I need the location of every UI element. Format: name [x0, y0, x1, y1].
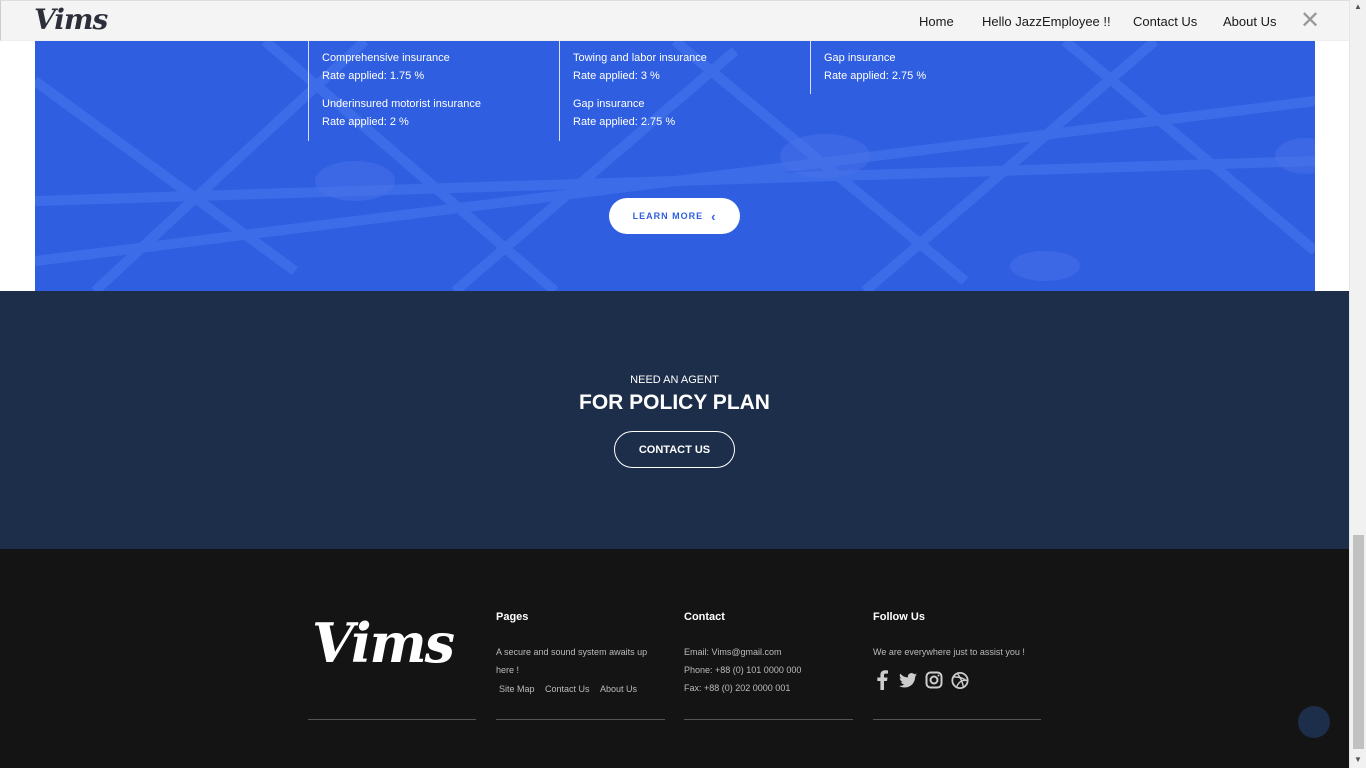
insurance-rates-section: Comprehensive insurance Rate applied: 1.…: [35, 41, 1315, 291]
footer-follow-title: Follow Us: [873, 611, 925, 623]
rate-name: Gap insurance: [824, 52, 896, 64]
footer-logo[interactable]: Vims: [312, 613, 455, 673]
learn-more-label: LEARN MORE: [632, 211, 704, 221]
footer-divider: [308, 719, 476, 720]
footer-pages-text: A secure and sound system awaits up here…: [496, 647, 648, 675]
footer-phone: Phone: +88 (0) 101 0000 000: [684, 665, 802, 675]
footer-contact-column: Contact Email: Vims@gmail.com Phone: +88…: [684, 611, 852, 697]
rate-name: Comprehensive insurance: [322, 52, 450, 64]
rate-value: Rate applied: 1.75 %: [322, 70, 425, 82]
scroll-down-arrow-icon[interactable]: ▼: [1354, 755, 1362, 764]
social-icons: [873, 670, 1041, 690]
contact-us-button[interactable]: CONTACT US: [614, 431, 735, 468]
twitter-icon[interactable]: [899, 671, 917, 689]
agent-cta-section: NEED AN AGENT FOR POLICY PLAN CONTACT US: [0, 291, 1349, 549]
footer-link-site-map[interactable]: Site Map: [499, 684, 535, 694]
nav-about-us[interactable]: About Us: [1223, 14, 1276, 29]
footer-email: Email: Vims@gmail.com: [684, 647, 782, 657]
footer-pages-title: Pages: [496, 611, 529, 623]
rates-column-1: Comprehensive insurance Rate applied: 1.…: [308, 41, 481, 141]
footer-links: Site Map Contact Us About Us: [496, 679, 664, 697]
close-icon[interactable]: ✕: [1300, 9, 1320, 33]
site-logo[interactable]: Vims: [34, 3, 108, 36]
page-scrollbar[interactable]: ▲ ▼: [1349, 0, 1366, 768]
instagram-icon[interactable]: [925, 671, 943, 689]
rate-value: Rate applied: 3 %: [573, 70, 660, 82]
rate-item: Comprehensive insurance Rate applied: 1.…: [322, 49, 481, 85]
footer-divider: [496, 719, 665, 720]
footer-follow-column: Follow Us We are everywhere just to assi…: [873, 611, 1041, 690]
footer-fax: Fax: +88 (0) 202 0000 001: [684, 683, 791, 693]
footer-follow-text: We are everywhere just to assist you !: [873, 647, 1025, 657]
agent-kicker: NEED AN AGENT: [630, 374, 719, 386]
rate-item: Gap insurance Rate applied: 2.75 %: [824, 49, 926, 85]
rate-item: Towing and labor insurance Rate applied:…: [573, 49, 707, 85]
rates-column-2: Towing and labor insurance Rate applied:…: [559, 41, 707, 141]
dribbble-icon[interactable]: [951, 671, 969, 689]
rate-item: Underinsured motorist insurance Rate app…: [322, 95, 481, 131]
footer-contact-title: Contact: [684, 611, 725, 623]
scroll-to-top-button[interactable]: [1298, 706, 1330, 738]
chevron-left-icon: ‹: [711, 208, 717, 224]
nav-home[interactable]: Home: [919, 14, 954, 29]
facebook-icon[interactable]: [873, 670, 891, 690]
site-footer: Vims Pages A secure and sound system awa…: [0, 549, 1349, 768]
agent-headline: FOR POLICY PLAN: [579, 391, 770, 414]
nav-user-greeting[interactable]: Hello JazzEmployee !!: [982, 14, 1111, 29]
footer-link-contact-us[interactable]: Contact Us: [545, 684, 590, 694]
learn-more-button[interactable]: LEARN MORE ‹: [609, 198, 740, 234]
scrollbar-thumb[interactable]: [1353, 535, 1364, 749]
top-navbar: Vims Home Hello JazzEmployee !! Contact …: [0, 0, 1349, 41]
footer-divider: [684, 719, 853, 720]
rates-column-3: Gap insurance Rate applied: 2.75 %: [810, 41, 926, 94]
rate-value: Rate applied: 2 %: [322, 116, 409, 128]
rate-name: Underinsured motorist insurance: [322, 98, 481, 110]
footer-link-about-us[interactable]: About Us: [600, 684, 637, 694]
rate-value: Rate applied: 2.75 %: [573, 116, 676, 128]
rate-name: Gap insurance: [573, 98, 645, 110]
rate-item: Gap insurance Rate applied: 2.75 %: [573, 95, 707, 131]
footer-divider: [873, 719, 1041, 720]
nav-contact-us[interactable]: Contact Us: [1133, 14, 1197, 29]
rate-name: Towing and labor insurance: [573, 52, 707, 64]
footer-pages-column: Pages A secure and sound system awaits u…: [496, 611, 664, 697]
scroll-up-arrow-icon[interactable]: ▲: [1354, 2, 1362, 11]
rate-value: Rate applied: 2.75 %: [824, 70, 927, 82]
